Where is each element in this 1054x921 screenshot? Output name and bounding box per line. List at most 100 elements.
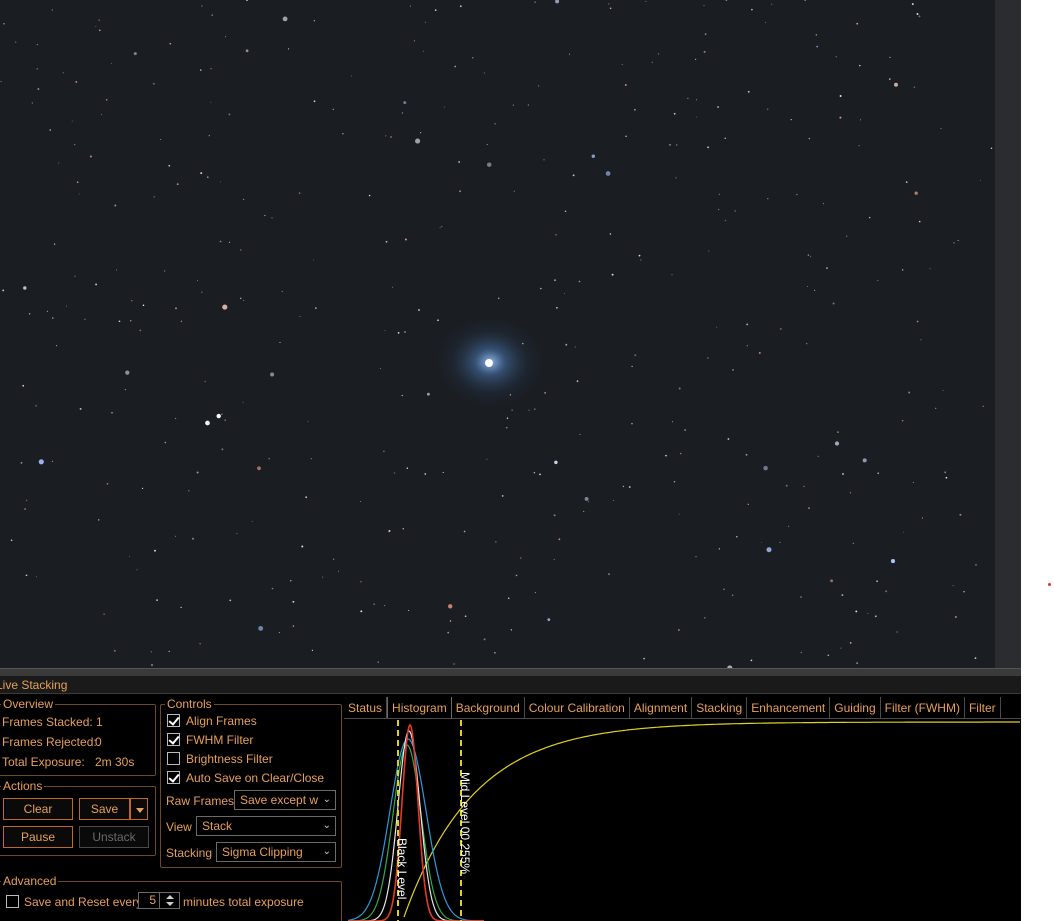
star (804, 0, 807, 2)
histogram-view[interactable]: Black Level Mid Level 00.255% (344, 720, 1021, 921)
tab-filter[interactable]: Filter (965, 697, 1001, 718)
minutes-value: 5 (149, 893, 156, 907)
star (534, 408, 536, 410)
viewer-scroll-strip[interactable] (995, 0, 1021, 668)
tab-alignment[interactable]: Alignment (630, 697, 693, 718)
fwhm-filter-label: FWHM Filter (186, 733, 254, 747)
star (810, 255, 812, 257)
tab-guiding[interactable]: Guiding (830, 697, 881, 718)
star (74, 144, 76, 146)
star (553, 559, 555, 561)
brightness-filter-checkbox[interactable] (167, 752, 180, 765)
star (835, 56, 837, 58)
star (201, 291, 203, 293)
auto-save-checkbox[interactable] (167, 771, 180, 784)
frames-stacked-label: Frames Stacked: (2, 715, 93, 729)
raw-frames-value: Save except w (240, 793, 319, 807)
align-frames-checkbox[interactable] (167, 714, 180, 727)
star (37, 88, 40, 90)
star (916, 320, 919, 323)
star (52, 317, 54, 319)
star (38, 459, 44, 465)
star (707, 357, 709, 359)
star (139, 329, 142, 332)
image-viewer[interactable] (0, 0, 1021, 668)
tab-colour-calibration[interactable]: Colour Calibration (525, 697, 630, 718)
star (874, 615, 877, 618)
star (200, 69, 202, 71)
star (342, 132, 344, 135)
star (876, 580, 878, 583)
star (849, 492, 852, 494)
tab-background[interactable]: Background (452, 697, 525, 718)
star (437, 319, 439, 321)
star (807, 254, 810, 256)
star (731, 594, 734, 596)
star (142, 304, 145, 307)
star (512, 104, 515, 106)
tab-filter-fwhm[interactable]: Filter (FWHM) (881, 697, 965, 718)
stepper-arrows-icon[interactable] (159, 893, 179, 908)
panel-splitter[interactable] (0, 668, 1021, 676)
star (24, 508, 26, 510)
view-select[interactable]: Stack ⌄ (196, 816, 336, 836)
star (634, 108, 636, 111)
star (578, 280, 581, 283)
star (855, 610, 858, 613)
star (245, 49, 249, 53)
star (408, 609, 410, 612)
tab-enhancement[interactable]: Enhancement (747, 697, 831, 718)
star (105, 98, 108, 101)
save-button[interactable]: Save (79, 798, 130, 820)
star (415, 138, 421, 144)
unstack-button[interactable]: Unstack (79, 826, 149, 848)
pause-button[interactable]: Pause (3, 826, 73, 848)
black-level-label: Black Level (395, 838, 409, 899)
star (154, 549, 156, 552)
star (785, 484, 788, 487)
star (310, 458, 312, 460)
star (963, 590, 965, 593)
star (717, 106, 720, 108)
star (486, 458, 488, 460)
star (806, 343, 808, 345)
star (74, 275, 76, 277)
star (817, 455, 819, 457)
tab-status[interactable]: Status (344, 697, 388, 718)
star (547, 618, 551, 622)
star (51, 460, 54, 463)
star (101, 113, 103, 115)
star (921, 517, 924, 519)
star (239, 249, 242, 251)
star (746, 323, 749, 326)
star (49, 129, 52, 131)
save-reset-checkbox[interactable] (6, 895, 19, 908)
star (511, 409, 513, 412)
star (23, 286, 27, 290)
fwhm-filter-checkbox[interactable] (167, 733, 180, 746)
save-dropdown-arrow[interactable] (130, 798, 148, 820)
clear-button[interactable]: Clear (3, 798, 73, 820)
tab-stacking[interactable]: Stacking (692, 697, 748, 718)
view-value: Stack (202, 819, 233, 833)
star (251, 520, 253, 522)
chevron-down-icon: ⌄ (322, 794, 331, 805)
star (141, 487, 144, 489)
star (151, 664, 153, 666)
star (704, 33, 707, 35)
star (423, 50, 425, 52)
raw-frames-select[interactable]: Save except w ⌄ (234, 790, 336, 810)
star (877, 472, 880, 475)
star (790, 119, 792, 121)
star (814, 289, 816, 291)
tab-histogram[interactable]: Histogram (387, 697, 452, 718)
stacking-select[interactable]: Sigma Clipping ⌄ (216, 842, 336, 862)
star (905, 181, 908, 183)
star (225, 36, 227, 38)
overview-title: Overview (1, 696, 56, 712)
star (959, 513, 962, 516)
histogram-plot: Black Level Mid Level 00.255% (347, 720, 1020, 921)
minutes-stepper[interactable]: 5 (138, 892, 180, 909)
star (980, 179, 981, 181)
star (694, 58, 697, 61)
